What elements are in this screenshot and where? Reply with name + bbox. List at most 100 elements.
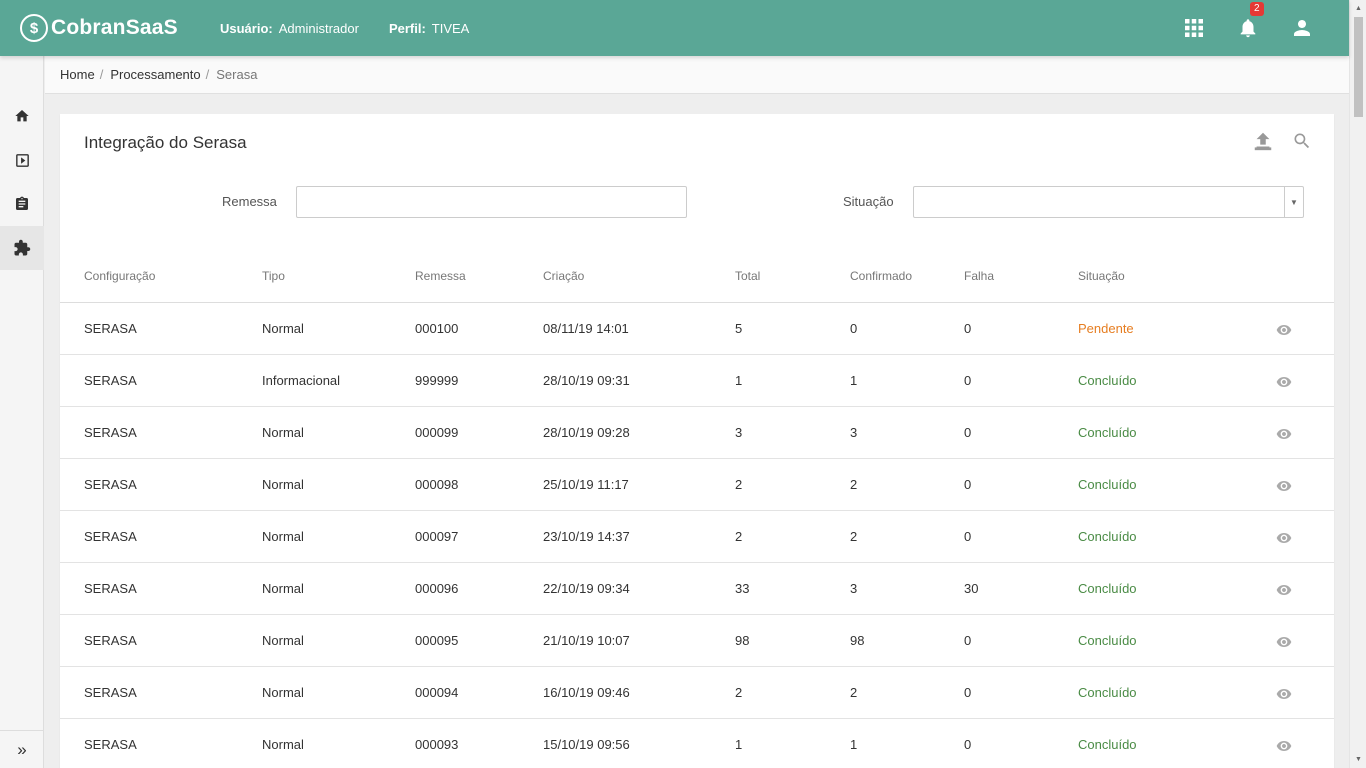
table-row[interactable]: SERASA Normal 000093 15/10/19 09:56 1 1 0 Concl… [60,719,1334,768]
user-info: Usuário: Administrador Perfil: TIVEA [220,21,499,36]
cell-situacao: Concluído [1078,477,1137,492]
upload-icon [1254,132,1272,151]
puzzle-icon [14,239,31,256]
cell-configuracao: SERASA [84,425,137,440]
upload-button[interactable] [1252,130,1274,152]
scroll-up-arrow[interactable]: ▲ [1350,0,1366,17]
cell-criacao: 25/10/19 11:17 [543,477,629,492]
sidebar-expand-button[interactable]: » [0,730,44,768]
cell-tipo: Normal [262,425,304,440]
remessa-label: Remessa [222,194,277,209]
cell-criacao: 28/10/19 09:28 [543,425,630,440]
sidebar-item-home[interactable] [0,94,44,138]
clipboard-icon [16,196,28,210]
view-details-button[interactable] [1276,478,1292,494]
cell-situacao: Concluído [1078,737,1137,752]
sidebar-item-integrations[interactable] [0,226,44,270]
app-logo[interactable]: $ CobranSaaS [20,14,220,42]
view-details-button[interactable] [1276,582,1292,598]
cell-total: 98 [735,633,750,648]
view-details-button[interactable] [1276,530,1292,546]
eye-icon [1276,689,1292,699]
cell-situacao: Pendente [1078,321,1134,336]
cell-criacao: 21/10/19 10:07 [543,633,630,648]
table-row[interactable]: SERASA Informacional 999999 28/10/19 09:31 1… [60,355,1334,407]
breadcrumb-processing[interactable]: Processamento [110,67,200,82]
view-details-button[interactable] [1276,322,1292,338]
search-button[interactable] [1292,131,1312,151]
scroll-thumb[interactable] [1354,17,1363,117]
view-details-button[interactable] [1276,426,1292,442]
cell-configuracao: SERASA [84,477,137,492]
cell-tipo: Normal [262,581,304,596]
user-label: Usuário: [220,20,273,36]
cell-confirmado: 1 [850,737,858,752]
app-name: CobranSaaS [51,16,178,39]
view-details-button[interactable] [1276,738,1292,754]
cell-falha: 0 [964,633,972,648]
table-header: Configuração Tipo Remessa Criação Total Confi… [60,256,1334,303]
situacao-value [914,187,1284,217]
cell-falha: 0 [964,737,972,752]
eye-icon [1276,637,1292,647]
eye-icon [1276,585,1292,595]
table-row[interactable]: SERASA Normal 000100 08/11/19 14:01 5 0 0 Pende… [60,303,1334,355]
table-row[interactable]: SERASA Normal 000096 22/10/19 09:34 33 3 30 Con… [60,563,1334,615]
table-row[interactable]: SERASA Normal 000098 25/10/19 11:17 2 2 0 Concl… [60,459,1334,511]
cell-falha: 0 [964,477,972,492]
eye-icon [1276,377,1292,387]
situacao-select[interactable]: ▼ [913,186,1304,218]
table-row[interactable]: SERASA Normal 000099 28/10/19 09:28 3 3 0 Concl… [60,407,1334,459]
cell-falha: 0 [964,529,972,544]
double-chevron-right-icon: » [17,739,27,759]
cell-configuracao: SERASA [84,685,137,700]
eye-icon [1276,481,1292,491]
view-details-button[interactable] [1276,634,1292,650]
cell-total: 1 [735,737,743,752]
cell-criacao: 22/10/19 09:34 [543,581,630,596]
view-details-button[interactable] [1276,686,1292,702]
breadcrumb-home[interactable]: Home [60,67,95,82]
cell-tipo: Normal [262,529,304,544]
cell-total: 2 [735,685,743,700]
cell-tipo: Informacional [262,373,341,388]
account-icon[interactable] [1275,16,1329,40]
cell-remessa: 000098 [415,477,459,492]
cell-remessa: 000100 [415,321,459,336]
view-details-button[interactable] [1276,374,1292,390]
apps-grid-icon[interactable] [1167,18,1221,38]
profile-label: Perfil: [388,20,426,36]
top-bar: $ CobranSaaS Usuário: Administrador Perf… [0,0,1349,56]
cell-total: 1 [735,373,743,388]
cell-total: 2 [735,529,743,544]
cell-situacao: Concluído [1078,425,1137,440]
home-icon [15,110,29,122]
eye-icon [1276,741,1292,751]
cell-total: 3 [735,425,743,440]
cell-falha: 30 [964,581,979,596]
logo-icon: $ [20,14,48,42]
sidebar-item-processing[interactable] [0,138,44,182]
cell-falha: 0 [964,685,972,700]
table-row[interactable]: SERASA Normal 000094 16/10/19 09:46 2 2 0 Concl… [60,667,1334,719]
cell-configuracao: SERASA [84,321,137,336]
eye-icon [1276,533,1292,543]
sidebar-item-reports[interactable] [0,182,44,226]
cell-configuracao: SERASA [84,373,137,388]
notifications-button[interactable]: 2 [1221,2,1275,40]
cell-total: 2 [735,477,743,492]
cell-situacao: Concluído [1078,529,1137,544]
cell-confirmado: 2 [850,477,858,492]
scroll-down-arrow[interactable]: ▼ [1350,751,1366,768]
cell-configuracao: SERASA [84,581,137,596]
cell-criacao: 16/10/19 09:46 [543,685,630,700]
situacao-label: Situação [843,194,894,209]
cell-confirmado: 1 [850,373,858,388]
eye-icon [1276,325,1292,335]
table-row[interactable]: SERASA Normal 000097 23/10/19 14:37 2 2 0 Concl… [60,511,1334,563]
page-scrollbar[interactable]: ▲ ▼ [1349,0,1366,768]
remessa-input[interactable] [296,186,687,218]
cell-criacao: 28/10/19 09:31 [543,373,630,388]
table-row[interactable]: SERASA Normal 000095 21/10/19 10:07 98 98 0 Con… [60,615,1334,667]
bell-icon [1240,19,1256,38]
